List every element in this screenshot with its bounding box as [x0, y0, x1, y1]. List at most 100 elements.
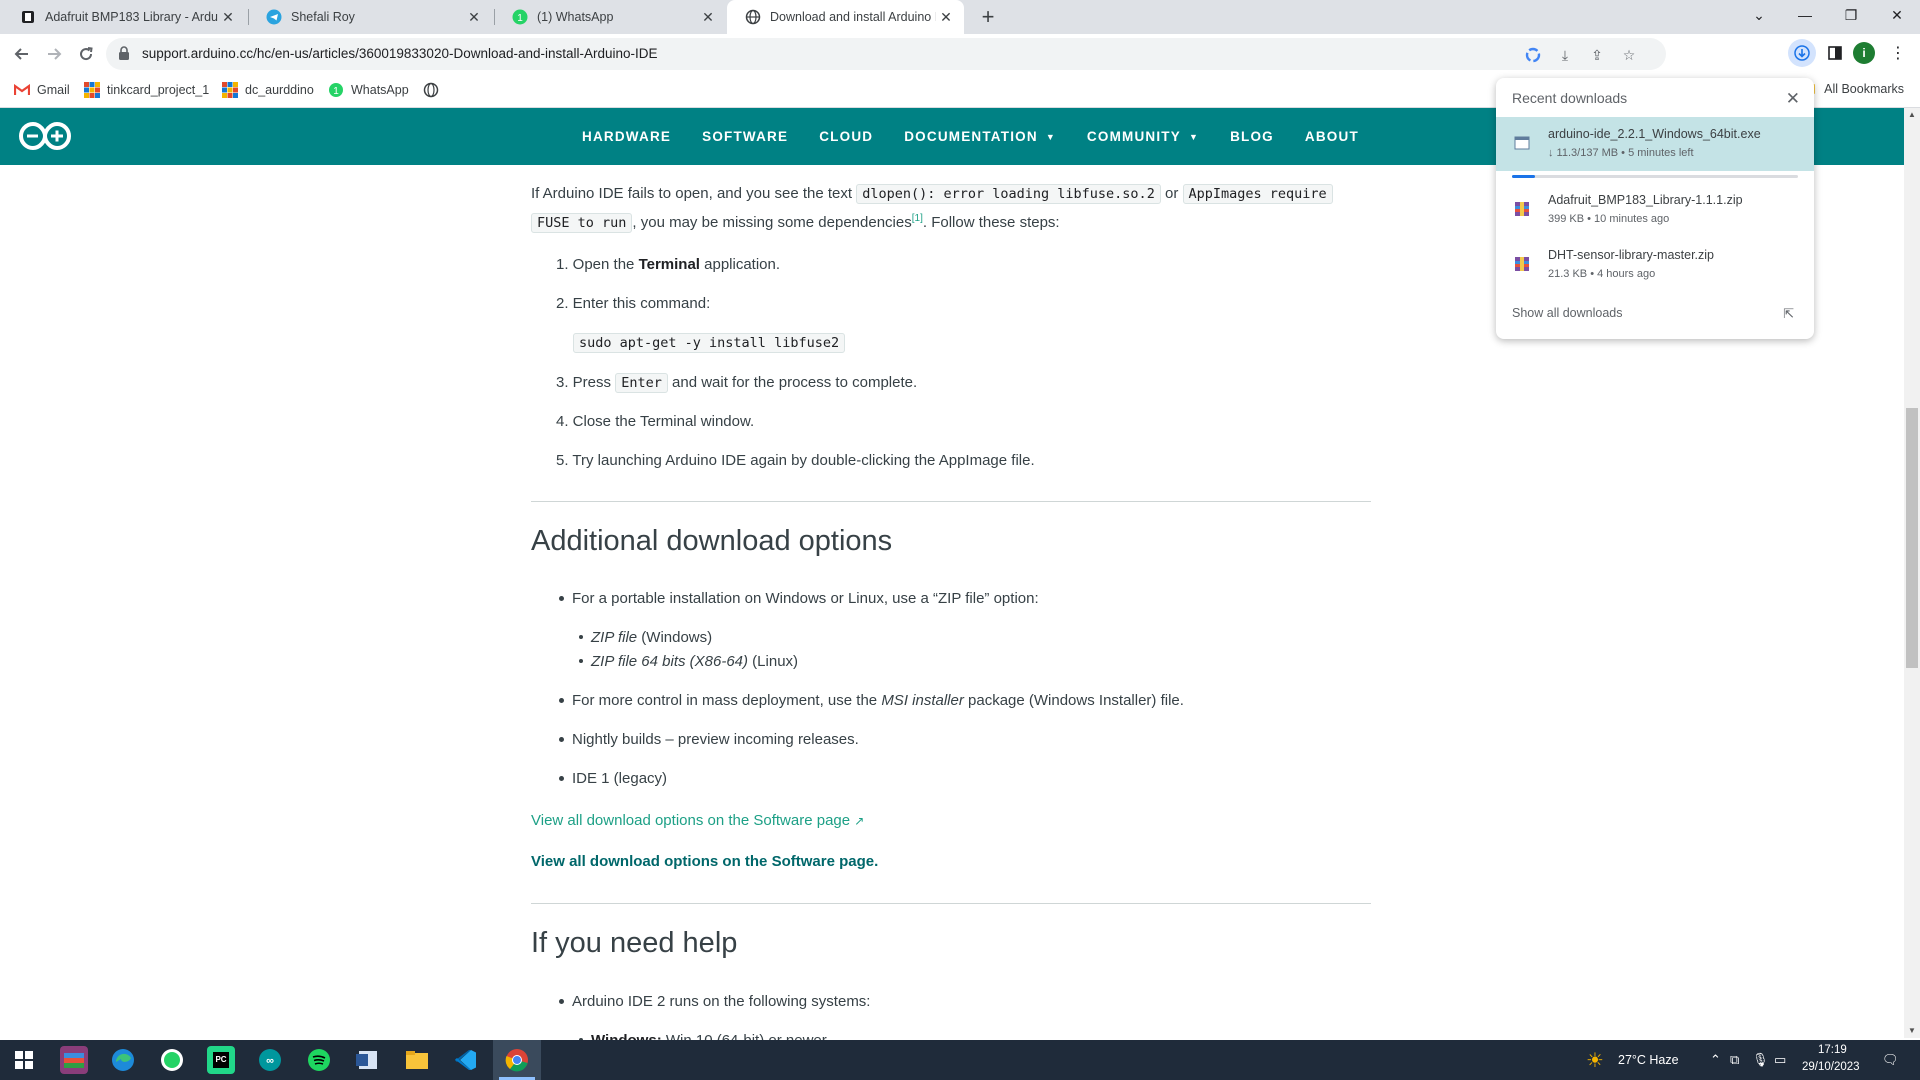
option-zip-windows[interactable]: ZIP file (Windows): [591, 625, 712, 650]
tab-download-arduino[interactable]: Download and install Arduino ID ✕: [727, 0, 964, 34]
bookmark-label: tinkcard_project_1: [107, 83, 210, 97]
close-icon[interactable]: ✕: [464, 7, 484, 27]
bullet: [559, 737, 564, 742]
download-item[interactable]: arduino-ide_2.2.1_Windows_64bit.exe ↓ 11…: [1496, 117, 1814, 171]
nav-blog[interactable]: BLOG: [1230, 129, 1274, 144]
google-lens-icon[interactable]: [1524, 46, 1542, 64]
side-panel-icon[interactable]: [1821, 39, 1849, 67]
tab-search-icon[interactable]: ⌄: [1736, 0, 1782, 30]
page-scrollbar[interactable]: ▲ ▼: [1904, 108, 1920, 1038]
bookmark-whatsapp[interactable]: 1 WhatsApp: [328, 82, 409, 98]
download-filename: Adafruit_BMP183_Library-1.1.1.zip: [1548, 193, 1743, 207]
nav-hardware[interactable]: HARDWARE: [582, 129, 671, 144]
windows-taskbar: PC ∞ ☀ 27°C Haze ⌃ ⧉ 🎙 ▭ 17:19 29/10/202…: [0, 1040, 1920, 1080]
display-icon[interactable]: ▭: [1774, 1052, 1786, 1068]
scroll-down-icon[interactable]: ▼: [1908, 1026, 1916, 1035]
nav-software[interactable]: SOFTWARE: [702, 129, 788, 144]
software-page-link-bold[interactable]: View all download options on the Softwar…: [531, 849, 878, 874]
notification-icon[interactable]: 🗨: [1882, 1052, 1899, 1068]
nav-about[interactable]: ABOUT: [1305, 129, 1359, 144]
bookmark-gmail[interactable]: Gmail: [14, 82, 70, 98]
all-bookmarks[interactable]: All Bookmarks: [1803, 82, 1904, 96]
close-icon[interactable]: ✕: [218, 7, 238, 27]
scrollbar-thumb[interactable]: [1906, 408, 1918, 668]
nav-community[interactable]: COMMUNITY ▼: [1087, 129, 1199, 144]
whatsapp-tab-icon: 1: [512, 9, 528, 25]
address-bar[interactable]: support.arduino.cc/hc/en-us/articles/360…: [106, 38, 1666, 70]
close-icon[interactable]: ✕: [698, 7, 718, 27]
show-all-downloads-link[interactable]: Show all downloads: [1512, 306, 1623, 320]
reload-button[interactable]: [72, 40, 100, 68]
install-app-icon[interactable]: ⤓: [1556, 46, 1574, 64]
url-text[interactable]: support.arduino.cc/hc/en-us/articles/360…: [142, 46, 658, 61]
vscode-icon[interactable]: [452, 1046, 480, 1074]
whatsapp-icon[interactable]: [158, 1046, 186, 1074]
window-close-button[interactable]: ✕: [1874, 0, 1920, 30]
forward-button[interactable]: [40, 40, 68, 68]
windows-start-icon[interactable]: [10, 1046, 38, 1074]
tab-adafruit[interactable]: Adafruit BMP183 Library - Ardui ✕: [2, 0, 246, 34]
intro-line-1: If Arduino IDE fails to open, and you se…: [531, 181, 1333, 207]
site-nav: HARDWARE SOFTWARE CLOUD DOCUMENTATION ▼ C…: [582, 108, 1390, 165]
open-external-icon[interactable]: ⇱: [1783, 306, 1794, 322]
spotify-icon[interactable]: [305, 1046, 333, 1074]
weather-icon[interactable]: ☀: [1586, 1048, 1604, 1073]
arduino-logo[interactable]: [18, 121, 72, 156]
code-enter-key: Enter: [615, 373, 668, 393]
scroll-up-icon[interactable]: ▲: [1908, 110, 1916, 119]
code-dlopen-error: dlopen(): error loading libfuse.so.2: [856, 184, 1161, 204]
chevron-up-icon[interactable]: ⌃: [1710, 1052, 1721, 1068]
svg-text:1: 1: [333, 86, 339, 97]
nav-documentation[interactable]: DOCUMENTATION ▼: [904, 129, 1056, 144]
tab-whatsapp[interactable]: 1 (1) WhatsApp ✕: [494, 0, 726, 34]
option-zip-linux[interactable]: ZIP file 64 bits (X86-64) (Linux): [591, 649, 798, 674]
download-item[interactable]: DHT-sensor-library-master.zip 21.3 KB • …: [1496, 238, 1814, 292]
microphone-icon[interactable]: 🎙: [1752, 1052, 1769, 1068]
footnote-link[interactable]: [1]: [912, 213, 923, 224]
minimize-button[interactable]: ―: [1782, 0, 1828, 30]
download-item[interactable]: Adafruit_BMP183_Library-1.1.1.zip 399 KB…: [1496, 183, 1814, 237]
bookmark-globe[interactable]: [423, 82, 446, 98]
profile-avatar[interactable]: i: [1853, 42, 1875, 64]
option-text: For more control in mass deployment, use…: [572, 692, 882, 709]
intro-text: , you may be missing some dependencies: [632, 214, 912, 231]
step-1: 1. Open the Terminal application.: [556, 252, 780, 277]
option-ide1-legacy[interactable]: IDE 1 (legacy): [572, 766, 667, 791]
word-icon[interactable]: [354, 1046, 382, 1074]
back-button[interactable]: [8, 40, 36, 68]
bookmark-tinkcard-project[interactable]: tinkcard_project_1: [84, 82, 209, 98]
bookmark-star-icon[interactable]: ☆: [1620, 46, 1638, 64]
lock-icon[interactable]: [118, 46, 130, 65]
download-progress-fill: [1512, 175, 1535, 178]
network-icon[interactable]: ⧉: [1730, 1052, 1739, 1068]
weather-text[interactable]: 27°C Haze: [1618, 1053, 1679, 1067]
edge-icon[interactable]: [109, 1046, 137, 1074]
clock-date[interactable]: 29/10/2023: [1802, 1061, 1860, 1073]
share-icon[interactable]: ⇪: [1588, 46, 1606, 64]
close-icon[interactable]: ✕: [936, 7, 956, 27]
intro-text: . Follow these steps:: [922, 214, 1060, 231]
command-block: sudo apt-get -y install libfuse2: [573, 330, 846, 356]
tinkercad-icon: [222, 82, 238, 98]
option-em[interactable]: MSI installer: [881, 692, 964, 709]
clock-time[interactable]: 17:19: [1818, 1044, 1847, 1056]
divider: [531, 903, 1371, 904]
nav-cloud[interactable]: CLOUD: [819, 129, 873, 144]
chrome-icon[interactable]: [503, 1046, 531, 1074]
winrar-icon[interactable]: [60, 1046, 88, 1074]
menu-icon[interactable]: ⋮: [1886, 39, 1910, 67]
software-page-link[interactable]: View all download options on the Softwar…: [531, 808, 864, 834]
restore-button[interactable]: ❐: [1828, 0, 1874, 30]
tinkercad-icon: [84, 82, 100, 98]
pycharm-icon[interactable]: PC: [207, 1046, 235, 1074]
file-explorer-icon[interactable]: [403, 1046, 431, 1074]
downloads-icon[interactable]: [1788, 39, 1816, 67]
arduino-icon[interactable]: ∞: [256, 1046, 284, 1074]
option-nightly[interactable]: Nightly builds – preview incoming releas…: [572, 727, 859, 752]
new-tab-button[interactable]: +: [976, 6, 1000, 30]
bookmark-dc-aurddino[interactable]: dc_aurddino: [222, 82, 314, 98]
intro-line-2: FUSE to run, you may be missing some dep…: [531, 206, 1060, 236]
close-icon[interactable]: ✕: [1786, 89, 1800, 109]
tab-shefali-roy[interactable]: Shefali Roy ✕: [248, 0, 492, 34]
code-install-command: sudo apt-get -y install libfuse2: [573, 333, 846, 353]
